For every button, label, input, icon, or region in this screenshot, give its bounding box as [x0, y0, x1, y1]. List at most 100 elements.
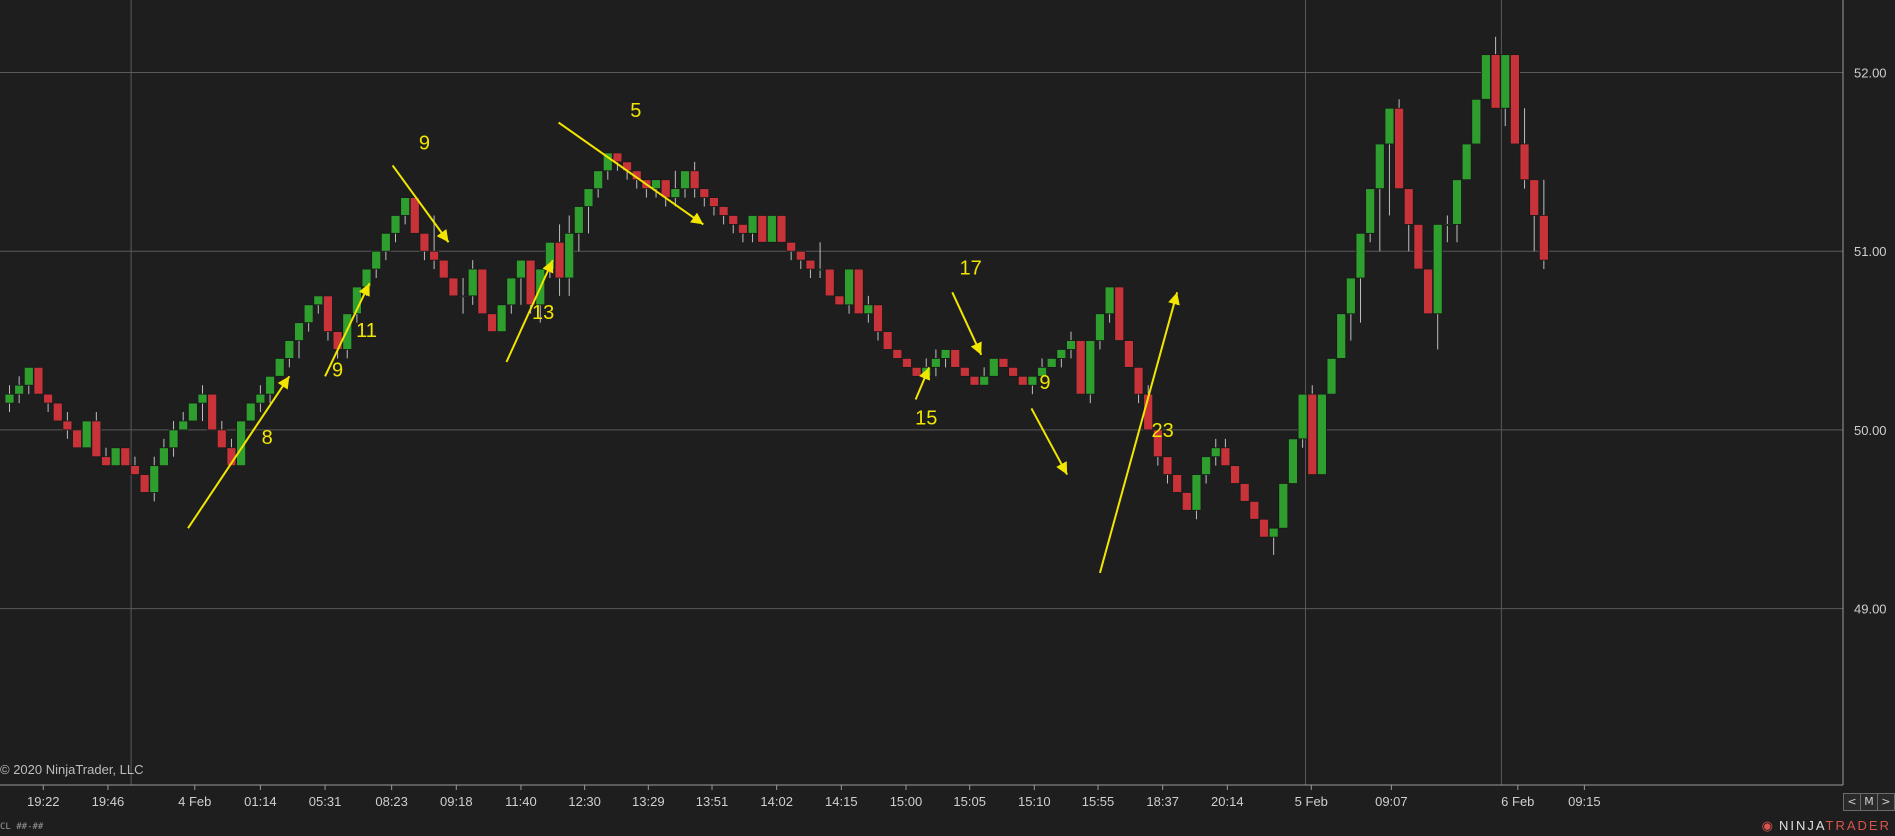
candle-down	[419, 232, 430, 252]
candle-up	[1317, 393, 1327, 475]
candle-up	[371, 250, 382, 270]
candle-down	[438, 259, 449, 279]
candle-up	[1297, 393, 1308, 440]
x-tick-label: 15:00	[890, 794, 923, 809]
candlestick-chart[interactable]: 52.00 51.00 50.00 49.00 19:22 19:46 4 Feb 01:14…	[0, 0, 1895, 836]
candle-up	[680, 170, 690, 190]
candle-down	[911, 366, 922, 377]
candle-up	[23, 366, 34, 386]
candle-down	[805, 259, 816, 270]
candle-up	[1481, 54, 1491, 100]
candle-up	[1432, 223, 1443, 315]
mode-button[interactable]: M	[1860, 793, 1878, 811]
x-tick-label: 09:18	[440, 794, 473, 809]
annotation-label: 17	[960, 257, 982, 279]
candle-up	[564, 232, 575, 279]
candle-down	[612, 152, 623, 163]
annotation-label: 23	[1152, 420, 1174, 442]
candle-up	[593, 170, 604, 190]
candle-up	[506, 277, 517, 306]
x-tick-label: 6 Feb	[1501, 794, 1534, 809]
x-tick-label: 14:02	[760, 794, 793, 809]
candle-down	[728, 215, 739, 225]
x-tick-label: 11:40	[505, 794, 537, 809]
candle-down	[1538, 215, 1549, 261]
candle-up	[255, 393, 266, 404]
candle-down	[43, 393, 53, 404]
candle-up	[81, 420, 92, 449]
candle-down	[969, 375, 980, 386]
x-tick-label: 09:07	[1375, 794, 1408, 809]
x-tick-label: 5 Feb	[1295, 794, 1328, 809]
candle-up	[197, 393, 208, 404]
candle-down	[1413, 223, 1424, 270]
brand-logo: ◉ NINJATRADER	[1762, 818, 1891, 834]
candle-down	[1075, 340, 1086, 395]
y-tick-label: 49.00	[1854, 602, 1887, 617]
candle-down	[1490, 54, 1501, 109]
x-tick-label: 09:15	[1568, 794, 1601, 809]
candle-up	[1056, 349, 1067, 359]
candle-down	[323, 295, 333, 333]
scroll-right-button[interactable]: >	[1877, 793, 1895, 811]
y-tick-label: 51.00	[1854, 244, 1887, 259]
candle-down	[101, 456, 111, 467]
candle-down	[689, 170, 700, 190]
candle-down	[882, 331, 893, 350]
candle-up	[1461, 143, 1472, 181]
y-tick-label: 52.00	[1854, 66, 1887, 81]
candle-up	[1085, 340, 1096, 395]
candle-up	[670, 188, 681, 198]
annotation-label: 9	[332, 359, 343, 381]
candle-down	[1394, 107, 1404, 190]
candle-down	[139, 474, 150, 493]
x-tick-label: 19:22	[27, 794, 60, 809]
candle-down	[554, 241, 565, 279]
candle-up	[245, 402, 256, 422]
x-tick-label: 13:51	[696, 794, 729, 809]
scroll-left-button[interactable]: <	[1843, 793, 1861, 811]
candle-down	[834, 295, 845, 306]
candle-up	[1336, 313, 1347, 359]
candle-up	[284, 340, 295, 359]
candle-down	[892, 349, 903, 359]
x-tick-label: 14:15	[825, 794, 858, 809]
candle-down	[487, 313, 497, 333]
candle-up	[815, 268, 825, 271]
copyright-text: © 2020 NinjaTrader, LLC	[0, 762, 144, 777]
candle-down	[757, 215, 768, 243]
candle-up	[1095, 313, 1105, 341]
annotation-label: 8	[262, 427, 273, 449]
x-tick-label: 15:10	[1018, 794, 1051, 809]
candle-up	[168, 429, 179, 449]
x-tick-label: 15:55	[1082, 794, 1115, 809]
candle-down	[853, 268, 864, 315]
candle-up	[844, 268, 854, 306]
candle-down	[477, 268, 488, 315]
candle-down	[1239, 483, 1250, 502]
candle-down	[130, 465, 140, 475]
candle-down	[795, 250, 806, 261]
candle-up	[390, 215, 401, 234]
x-tick-label: 15:05	[953, 794, 986, 809]
candle-down	[1114, 286, 1125, 341]
candle-down	[1124, 340, 1134, 368]
candle-up	[1500, 54, 1511, 109]
candle-down	[1519, 143, 1530, 181]
candle-down	[1249, 500, 1260, 520]
candle-up	[274, 358, 285, 377]
candle-up	[1471, 98, 1482, 145]
candle-up	[303, 304, 314, 324]
candle-up	[149, 465, 160, 493]
candle-up	[294, 322, 304, 341]
candle-up	[1442, 223, 1453, 226]
candle-up	[14, 384, 25, 395]
chart-background	[0, 0, 1895, 836]
candle-up	[1210, 447, 1221, 458]
candle-up	[1027, 375, 1038, 386]
brand-text-trader: TRADER	[1825, 818, 1891, 833]
candle-down	[91, 420, 102, 458]
candle-down	[1017, 375, 1028, 386]
candle-up	[651, 179, 661, 190]
candle-down	[824, 268, 835, 297]
